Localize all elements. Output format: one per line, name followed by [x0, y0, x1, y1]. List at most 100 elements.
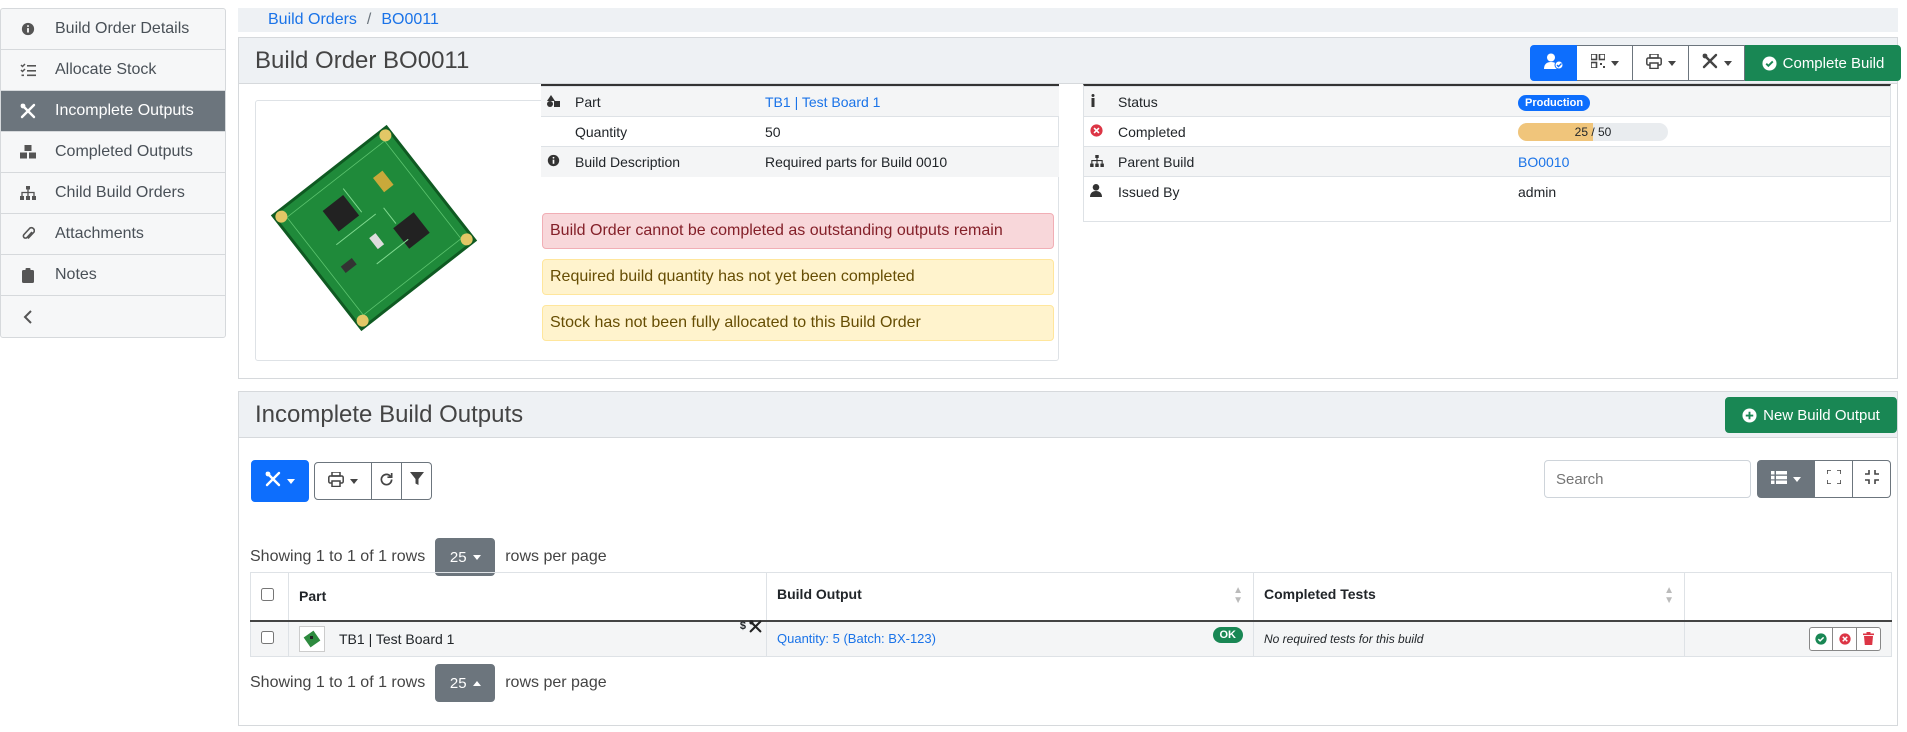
breadcrumb-separator: / [366, 11, 372, 28]
quantity-value: 50 [759, 116, 1059, 147]
chevron-left-icon [1, 309, 55, 324]
sidebar-item-allocate-stock[interactable]: Allocate Stock [1, 50, 225, 91]
build-order-panel: Build Order BO0011 Complete Build Part T… [238, 37, 1901, 379]
page-title: Build Order BO0011 [255, 46, 470, 74]
build-toolbar: Complete Build [1530, 45, 1901, 81]
chevron-up-icon [472, 680, 481, 686]
outputs-header: Incomplete Build Outputs [239, 392, 1897, 438]
print-icon [328, 470, 344, 491]
column-header-build-output[interactable]: Build Output ▲ ▼ [766, 572, 1254, 622]
pagination-bottom: Showing 1 to 1 of 1 rows 25 rows per pag… [250, 664, 607, 702]
row-part-icons: $ [740, 620, 762, 633]
scrap-output-button[interactable] [1833, 626, 1857, 651]
sidebar-item-label: Child Build Orders [55, 184, 185, 201]
select-all-checkbox[interactable] [261, 588, 274, 602]
part-thumbnail [299, 625, 325, 652]
chevron-down-icon [1793, 476, 1801, 482]
sidebar-item-label: Build Order Details [55, 20, 190, 37]
part-image [269, 108, 479, 352]
page-size-dropdown[interactable]: 25 [435, 538, 496, 576]
compress-icon [1864, 470, 1879, 488]
completed-progress-bar: 25 / 50 [1518, 122, 1668, 141]
row-build-output-link[interactable]: Quantity: 5 (Batch: BX-123) [777, 631, 936, 646]
new-build-output-label: New Build Output [1763, 406, 1880, 424]
part-details-table: Part TB1 | Test Board 1 Quantity 50 Buil… [541, 84, 1059, 177]
sidebar-item-notes[interactable]: Notes [1, 255, 225, 296]
paperclip-icon [1, 226, 55, 242]
issued-by-label: Issued By [1112, 176, 1512, 207]
page-size-value: 25 [449, 674, 467, 692]
qrcode-icon [1589, 53, 1606, 72]
new-build-output-button[interactable]: New Build Output [1725, 397, 1897, 433]
row-status-badge: OK [1212, 626, 1243, 643]
pagination-top: Showing 1 to 1 of 1 rows 25 rows per pag… [250, 538, 607, 576]
sort-icon: ▲ ▼ [1664, 585, 1674, 607]
compact-button[interactable] [1853, 460, 1891, 498]
status-table: Status Production Completed 25 / 50 Pare… [1083, 84, 1891, 222]
column-header-part[interactable]: Part [288, 572, 767, 622]
sidebar-item-label: Completed Outputs [55, 143, 193, 160]
quantity-alert: Required build quantity has not yet been… [542, 259, 1054, 295]
delete-output-button[interactable] [1857, 626, 1881, 651]
search-input[interactable] [1544, 460, 1751, 498]
complete-build-label: Complete Build [1782, 54, 1885, 72]
filter-icon [409, 472, 424, 490]
sidebar-item-label: Attachments [55, 225, 144, 242]
part-link[interactable]: TB1 | Test Board 1 [765, 94, 880, 110]
filter-button[interactable] [402, 462, 432, 500]
row-checkbox[interactable] [261, 630, 274, 644]
check-circle-icon [1815, 633, 1827, 645]
sidebar-collapse-button[interactable] [1, 296, 225, 337]
part-label: Part [569, 86, 759, 117]
refresh-icon [379, 472, 394, 491]
sidebar-item-build-order-details[interactable]: Build Order Details [1, 9, 225, 50]
user-check-icon [1543, 53, 1564, 73]
breadcrumb-current-link[interactable]: BO0011 [381, 11, 439, 29]
page-size-dropdown[interactable]: 25 [435, 664, 496, 702]
column-header-label: Build Output [777, 586, 862, 603]
incomplete-outputs-panel: Incomplete Build Outputs New Build Outpu… [238, 391, 1898, 726]
boxes-icon [1, 145, 55, 159]
refresh-button[interactable] [372, 462, 402, 500]
print-menu-button[interactable] [1633, 45, 1689, 81]
times-circle-icon [1090, 123, 1103, 140]
clipboard-icon [1, 267, 55, 283]
sidebar-item-completed-outputs[interactable]: Completed Outputs [1, 132, 225, 173]
output-actions-menu-button[interactable] [251, 460, 309, 502]
view-toggle-button[interactable] [1757, 460, 1815, 498]
expand-icon [1825, 469, 1842, 488]
sidebar-item-attachments[interactable]: Attachments [1, 214, 225, 255]
outstanding-outputs-alert: Build Order cannot be completed as outst… [542, 213, 1054, 249]
build-actions-menu-button[interactable] [1689, 45, 1745, 81]
sidebar-item-label: Notes [55, 266, 97, 283]
view-toolbar [1757, 460, 1891, 498]
row-part-link[interactable]: TB1 | Test Board 1 [339, 631, 454, 647]
print-icon [1645, 52, 1662, 73]
sidebar-item-incomplete-outputs[interactable]: Incomplete Outputs [1, 91, 225, 132]
print-labels-menu-button[interactable] [314, 462, 372, 500]
list-icon [1771, 470, 1787, 488]
allocation-alert: Stock has not been fully allocated to th… [542, 305, 1054, 341]
column-header-label: Completed Tests [1264, 586, 1376, 603]
complete-output-button[interactable] [1809, 626, 1833, 651]
breadcrumb-build-orders-link[interactable]: Build Orders [268, 11, 357, 29]
quantity-label: Quantity [569, 116, 759, 147]
shapes-icon [547, 94, 560, 110]
fullscreen-button[interactable] [1815, 460, 1853, 498]
complete-build-button[interactable]: Complete Build [1745, 45, 1901, 81]
info-circle-icon [547, 154, 560, 170]
status-badge: Production [1518, 94, 1591, 111]
parent-build-link[interactable]: BO0010 [1518, 154, 1569, 170]
barcode-menu-button[interactable] [1577, 45, 1633, 81]
tools-icon [1, 103, 55, 119]
table-row: TB1 | Test Board 1 $ Quantity: 5 (Batch:… [250, 620, 1892, 657]
assign-user-button[interactable] [1530, 45, 1577, 81]
currency-icon: $ [739, 620, 746, 633]
tools-icon [749, 620, 762, 633]
page-size-value: 25 [449, 548, 467, 566]
sidebar-item-child-build-orders[interactable]: Child Build Orders [1, 173, 225, 214]
column-header-completed-tests[interactable]: Completed Tests ▲ ▼ [1253, 572, 1685, 622]
showing-text: Showing 1 to 1 of 1 rows [250, 548, 426, 565]
outputs-title: Incomplete Build Outputs [255, 400, 524, 428]
breadcrumb: Build Orders / BO0011 [238, 8, 1898, 32]
